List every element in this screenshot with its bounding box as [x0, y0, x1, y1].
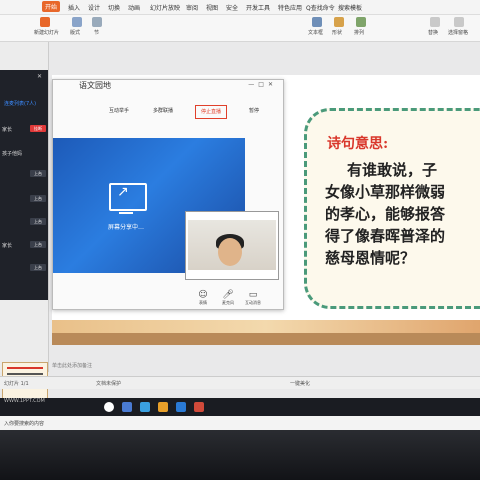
- poem-line: 女像小草那样微弱: [325, 183, 446, 201]
- menu-item-security[interactable]: 安全: [226, 3, 238, 12]
- arrange-icon[interactable]: [356, 17, 366, 27]
- menu-item-animation[interactable]: 动画: [128, 3, 140, 12]
- emoji-button[interactable]: ☺ 表情: [193, 290, 213, 306]
- textbox-label[interactable]: 文本框: [308, 29, 323, 36]
- menu-item-design[interactable]: 设计: [88, 3, 100, 12]
- layout-icon[interactable]: [72, 17, 82, 27]
- poem-card[interactable]: 诗句意思: 有谁敢说，子 女像小草那样微弱 的孝心，能够报答 得了像春晖普泽的 …: [304, 108, 480, 309]
- shape-label[interactable]: 形状: [332, 29, 342, 36]
- screen: 开始 插入 设计 切换 动画 幻灯片放映 审阅 视图 安全 开发工具 特色应用 …: [0, 0, 480, 430]
- menu-item-search-template[interactable]: 搜索模板: [338, 3, 362, 12]
- comment-button[interactable]: ▭ 互动消息: [243, 290, 263, 306]
- mic-icon: 🎤︎: [222, 290, 234, 300]
- taskbar: WWW.1PPT.COM: [0, 398, 480, 416]
- textbox-icon[interactable]: [312, 17, 322, 27]
- minimize-icon[interactable]: —: [248, 81, 258, 88]
- protection-status: 文档未保护: [96, 381, 122, 387]
- menu-item-view[interactable]: 视图: [206, 3, 218, 12]
- beautify-button[interactable]: 一键美化: [290, 380, 310, 387]
- invite-stage-button[interactable]: 上台: [30, 241, 46, 248]
- comment-icon: ▭: [248, 290, 258, 300]
- poem-title: 诗句意思:: [327, 136, 389, 152]
- search-icon[interactable]: [104, 402, 114, 412]
- multi-group-button[interactable]: 多群联播: [153, 107, 173, 114]
- ribbon-toolbar: 新建幻灯片 版式 节 文本框 形状 排列 替换 选择窗格: [0, 15, 480, 42]
- invite-stage-button[interactable]: 上台: [30, 264, 46, 271]
- camera-feed: [188, 220, 276, 270]
- edge-icon[interactable]: [140, 402, 150, 412]
- menu-item-features[interactable]: 特色应用: [278, 3, 302, 12]
- pause-button[interactable]: 暂停: [249, 107, 259, 114]
- new-slide-icon[interactable]: [40, 17, 50, 27]
- menu-item-insert[interactable]: 插入: [68, 3, 80, 12]
- explorer-icon[interactable]: [158, 402, 168, 412]
- member-label: 家长: [2, 243, 13, 249]
- member-list-panel: ✕ 连麦列表(7人) 家长 挂断 孩子他妈 上台 上台 上台 家长 上台 上台: [0, 70, 48, 300]
- mic-button[interactable]: 🎤︎ 麦克风: [218, 290, 238, 306]
- section-icon[interactable]: [92, 17, 102, 27]
- app-icon[interactable]: [176, 402, 186, 412]
- member-label: 孩子他妈: [2, 151, 23, 157]
- arrange-label[interactable]: 排列: [354, 29, 364, 36]
- notes-placeholder[interactable]: 单击此处添加备注: [52, 362, 92, 369]
- invite-stage-button[interactable]: 上台: [30, 170, 46, 177]
- slide-counter: 幻灯片 1/1: [4, 381, 29, 387]
- menu-bar: 开始 插入 设计 切换 动画 幻灯片放映 审阅 视图 安全 开发工具 特色应用 …: [0, 0, 480, 15]
- maximize-icon[interactable]: □: [258, 81, 268, 88]
- close-icon[interactable]: ✕: [37, 73, 42, 80]
- monitor-stand: [119, 212, 133, 214]
- person-face: [218, 238, 242, 266]
- wps-icon[interactable]: [194, 402, 204, 412]
- live-bottom-controls: ☺ 表情 🎤︎ 麦克风 ▭ 互动消息: [193, 290, 283, 308]
- poem-line: 得了像春晖普泽的: [325, 227, 446, 245]
- select-pane-icon[interactable]: [454, 17, 464, 27]
- live-toolbar: 互动举手 多群联播 停止直播 暂停: [53, 105, 283, 119]
- search-tip-text: 入你要搜索的内容: [4, 421, 45, 427]
- poem-line: 慈母恩情呢？: [325, 249, 416, 267]
- select-pane-label[interactable]: 选择窗格: [448, 29, 468, 36]
- hangup-button[interactable]: 挂断: [30, 125, 46, 132]
- camera-preview[interactable]: [185, 211, 279, 280]
- task-view-icon[interactable]: [122, 402, 132, 412]
- menu-item-home[interactable]: 开始: [42, 1, 61, 12]
- section-label[interactable]: 节: [94, 29, 99, 36]
- layout-label[interactable]: 版式: [70, 29, 80, 36]
- poem-line: 有谁敢说，子: [347, 161, 438, 179]
- invite-stage-button[interactable]: 上台: [30, 195, 46, 202]
- search-tip: 入你要搜索的内容: [0, 416, 480, 430]
- menu-item-slideshow[interactable]: 幻灯片放映: [150, 3, 180, 12]
- window-controls: —□✕: [248, 81, 277, 88]
- menu-item-review[interactable]: 审阅: [186, 3, 198, 12]
- new-slide-label[interactable]: 新建幻灯片: [34, 29, 59, 36]
- replace-label[interactable]: 替换: [428, 29, 438, 36]
- live-broadcast-window: 语文园地 —□✕ 互动举手 多群联播 停止直播 暂停 ↗ 屏幕分享中… ☺ 表情 …: [52, 79, 284, 310]
- emoji-icon: ☺: [198, 290, 208, 300]
- monitor-bezel: [0, 430, 480, 480]
- shape-icon[interactable]: [334, 17, 344, 27]
- status-bar: 幻灯片 1/1 文档未保护 一键美化: [0, 376, 480, 389]
- member-list-header: 连麦列表(7人): [4, 101, 37, 107]
- share-arrow-icon: ↗: [117, 184, 129, 200]
- window-title: 语文园地: [79, 81, 111, 90]
- raise-hand-button[interactable]: 互动举手: [109, 107, 129, 114]
- close-icon[interactable]: ✕: [268, 81, 277, 88]
- replace-icon[interactable]: [430, 17, 440, 27]
- invite-stage-button[interactable]: 上台: [30, 218, 46, 225]
- stop-live-button[interactable]: 停止直播: [195, 105, 227, 119]
- poem-line: 的孝心，能够报答: [325, 205, 446, 223]
- member-label: 家长: [2, 127, 13, 133]
- menu-item-devtools[interactable]: 开发工具: [246, 3, 270, 12]
- taskbar-url: WWW.1PPT.COM: [4, 398, 45, 404]
- menu-item-find-command[interactable]: Q查找命令: [306, 3, 335, 12]
- menu-item-transition[interactable]: 切换: [108, 3, 120, 12]
- slide-decor-wave-dark: [52, 333, 480, 345]
- share-status-text: 屏幕分享中…: [108, 224, 145, 231]
